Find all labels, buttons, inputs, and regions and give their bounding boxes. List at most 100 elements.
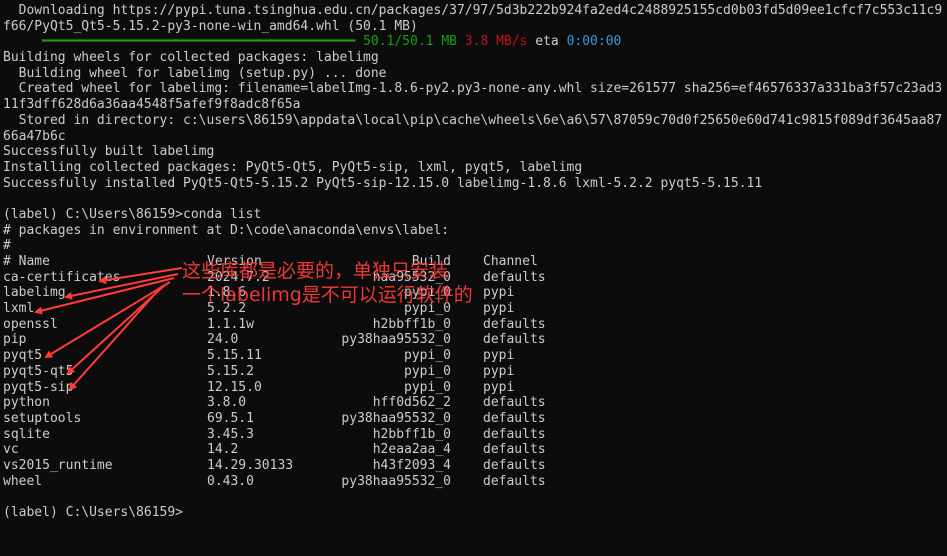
package-version: 3.8.0 bbox=[207, 395, 247, 411]
output-segment: Building wheel for labelimg (setup.py) .… bbox=[3, 65, 387, 81]
package-build: pypi_0 bbox=[404, 363, 451, 379]
package-build: py38haa95532_0 bbox=[341, 410, 451, 426]
header-channel: Channel bbox=[483, 254, 538, 269]
package-name: wheel bbox=[3, 473, 43, 489]
output-line: Building wheel for labelimg (setup.py) .… bbox=[3, 66, 947, 82]
package-version: 14.2 bbox=[207, 442, 239, 458]
package-version: 1.8.6 bbox=[207, 285, 247, 301]
output-line: Building wheels for collected packages: … bbox=[3, 50, 947, 66]
package-build: pypi_0 bbox=[404, 379, 451, 395]
package-name: python bbox=[3, 395, 50, 411]
terminal-output: Downloading https://pypi.tuna.tsinghua.e… bbox=[3, 3, 947, 521]
package-build: haa95532_0 bbox=[372, 269, 451, 285]
output-line: 11f3dff628d6a36aa4548f5afef9f8adc8f65a bbox=[3, 97, 947, 113]
output-segment: Successfully installed PyQt5-Qt5-5.15.2 … bbox=[3, 175, 763, 191]
package-channel: defaults bbox=[483, 269, 546, 285]
output-segment: 0:00:00 bbox=[566, 34, 622, 50]
package-row: labelimg 1.8.6 pypi_0 pypi bbox=[3, 285, 947, 301]
output-line: Downloading https://pypi.tuna.tsinghua.e… bbox=[3, 3, 947, 19]
package-channel: defaults bbox=[483, 410, 546, 426]
package-channel: defaults bbox=[483, 332, 546, 348]
package-build: h2bbff1b_0 bbox=[372, 316, 451, 332]
output-line: Created wheel for labelimg: filename=lab… bbox=[3, 81, 947, 97]
package-version: 69.5.1 bbox=[207, 410, 254, 426]
package-build: h2eaa2aa_4 bbox=[372, 442, 451, 458]
package-row: pip 24.0 py38haa95532_0 defaults bbox=[3, 332, 947, 348]
output-line: Successfully built labelimg bbox=[3, 144, 947, 160]
package-row: vc 14.2 h2eaa2aa_4 defaults bbox=[3, 442, 947, 458]
output-segment: Created wheel for labelimg: filename=lab… bbox=[3, 81, 943, 97]
package-row: pyqt5-qt5 5.15.2 pypi_0 pypi bbox=[3, 364, 947, 380]
package-name: labelimg bbox=[3, 285, 66, 301]
output-line: # bbox=[3, 238, 947, 254]
output-line: # packages in environment at D:\code\ana… bbox=[3, 223, 947, 239]
package-version: 1.1.1w bbox=[207, 316, 254, 332]
package-channel: pypi bbox=[483, 379, 515, 395]
package-name: lxml bbox=[3, 301, 35, 317]
package-row: openssl 1.1.1w h2bbff1b_0 defaults bbox=[3, 317, 947, 333]
output-segment: 50.1/50.1 MB bbox=[363, 34, 457, 50]
output-segment: # packages in environment at D:\code\ana… bbox=[3, 222, 450, 238]
header-build: Build bbox=[411, 254, 451, 269]
pip-install-output: Downloading https://pypi.tuna.tsinghua.e… bbox=[3, 3, 947, 254]
package-channel: pypi bbox=[483, 301, 515, 317]
output-segment: Downloading https://pypi.tuna.tsinghua.e… bbox=[3, 3, 943, 18]
package-channel: pypi bbox=[483, 363, 515, 379]
package-channel: pypi bbox=[483, 285, 515, 301]
package-version: 14.29.30133 bbox=[207, 457, 294, 473]
package-channel: defaults bbox=[483, 316, 546, 332]
output-segment: 66a47b6c bbox=[3, 128, 66, 144]
package-channel: pypi bbox=[483, 348, 515, 364]
package-version: 5.15.11 bbox=[207, 348, 262, 364]
package-version: 5.15.2 bbox=[207, 363, 254, 379]
output-line: ━━━━━━━━━━━━━━━━━━━━━━━━━━━━━━━━━━━━━━━━… bbox=[3, 34, 947, 50]
output-segment bbox=[355, 34, 363, 49]
package-name: pip bbox=[3, 332, 27, 348]
package-channel: defaults bbox=[483, 395, 546, 411]
package-name: pyqt5-sip bbox=[3, 379, 74, 395]
output-segment: # bbox=[3, 238, 11, 254]
package-channel: defaults bbox=[483, 426, 546, 442]
package-build: hff0d562_2 bbox=[372, 395, 451, 411]
header-name: # Name bbox=[3, 254, 50, 269]
package-name: pyqt5-qt5 bbox=[3, 363, 74, 379]
package-row: setuptools 69.5.1 py38haa95532_0 defaults bbox=[3, 411, 947, 427]
output-line: Stored in directory: c:\users\86159\appd… bbox=[3, 113, 947, 129]
package-channel: defaults bbox=[483, 457, 546, 473]
output-line: (label) C:\Users\86159>conda list bbox=[3, 207, 947, 223]
output-segment: 3.8 MB/s bbox=[464, 34, 528, 50]
output-line: Successfully installed PyQt5-Qt5-5.15.2 … bbox=[3, 176, 947, 192]
output-segment: f66/PyQt5_Qt5-5.15.2-py3-none-win_amd64.… bbox=[3, 18, 418, 34]
output-segment bbox=[457, 34, 465, 49]
output-segment: Successfully built labelimg bbox=[3, 144, 215, 160]
terminal-window[interactable]: Downloading https://pypi.tuna.tsinghua.e… bbox=[0, 0, 947, 556]
package-table: ca-certificates 2024.7.2 haa95532_0 default… bbox=[3, 270, 947, 490]
output-segment: (label) C:\Users\86159>conda list bbox=[3, 206, 262, 222]
package-name: pyqt5 bbox=[3, 348, 43, 364]
prompt-text: (label) C:\Users\86159> bbox=[3, 505, 184, 520]
package-name: sqlite bbox=[3, 426, 50, 442]
package-version: 0.43.0 bbox=[207, 473, 254, 489]
package-version: 24.0 bbox=[207, 332, 239, 348]
package-row: python 3.8.0 hff0d562_2 defaults bbox=[3, 395, 947, 411]
package-version: 12.15.0 bbox=[207, 379, 262, 395]
command-prompt[interactable]: (label) C:\Users\86159> bbox=[3, 505, 947, 521]
header-version: Version bbox=[207, 254, 262, 269]
package-channel: defaults bbox=[483, 442, 546, 458]
output-line: 66a47b6c bbox=[3, 129, 947, 145]
output-line: f66/PyQt5_Qt5-5.15.2-py3-none-win_amd64.… bbox=[3, 19, 947, 35]
conda-list-header: # Name Version Build Channel bbox=[3, 254, 947, 270]
package-row: wheel 0.43.0 py38haa95532_0 defaults bbox=[3, 474, 947, 490]
package-build: pypi_0 bbox=[404, 285, 451, 301]
output-segment: 11f3dff628d6a36aa4548f5afef9f8adc8f65a bbox=[3, 97, 301, 113]
package-row: ca-certificates 2024.7.2 haa95532_0 default… bbox=[3, 270, 947, 286]
package-name: vs2015_runtime bbox=[3, 457, 113, 473]
package-version: 3.45.3 bbox=[207, 426, 254, 442]
package-name: ca-certificates bbox=[3, 269, 121, 285]
output-line: Installing collected packages: PyQt5-Qt5… bbox=[3, 160, 947, 176]
package-build: h43f2093_4 bbox=[372, 457, 451, 473]
package-version: 2024.7.2 bbox=[207, 269, 270, 285]
output-segment: Building wheels for collected packages: … bbox=[3, 50, 379, 66]
